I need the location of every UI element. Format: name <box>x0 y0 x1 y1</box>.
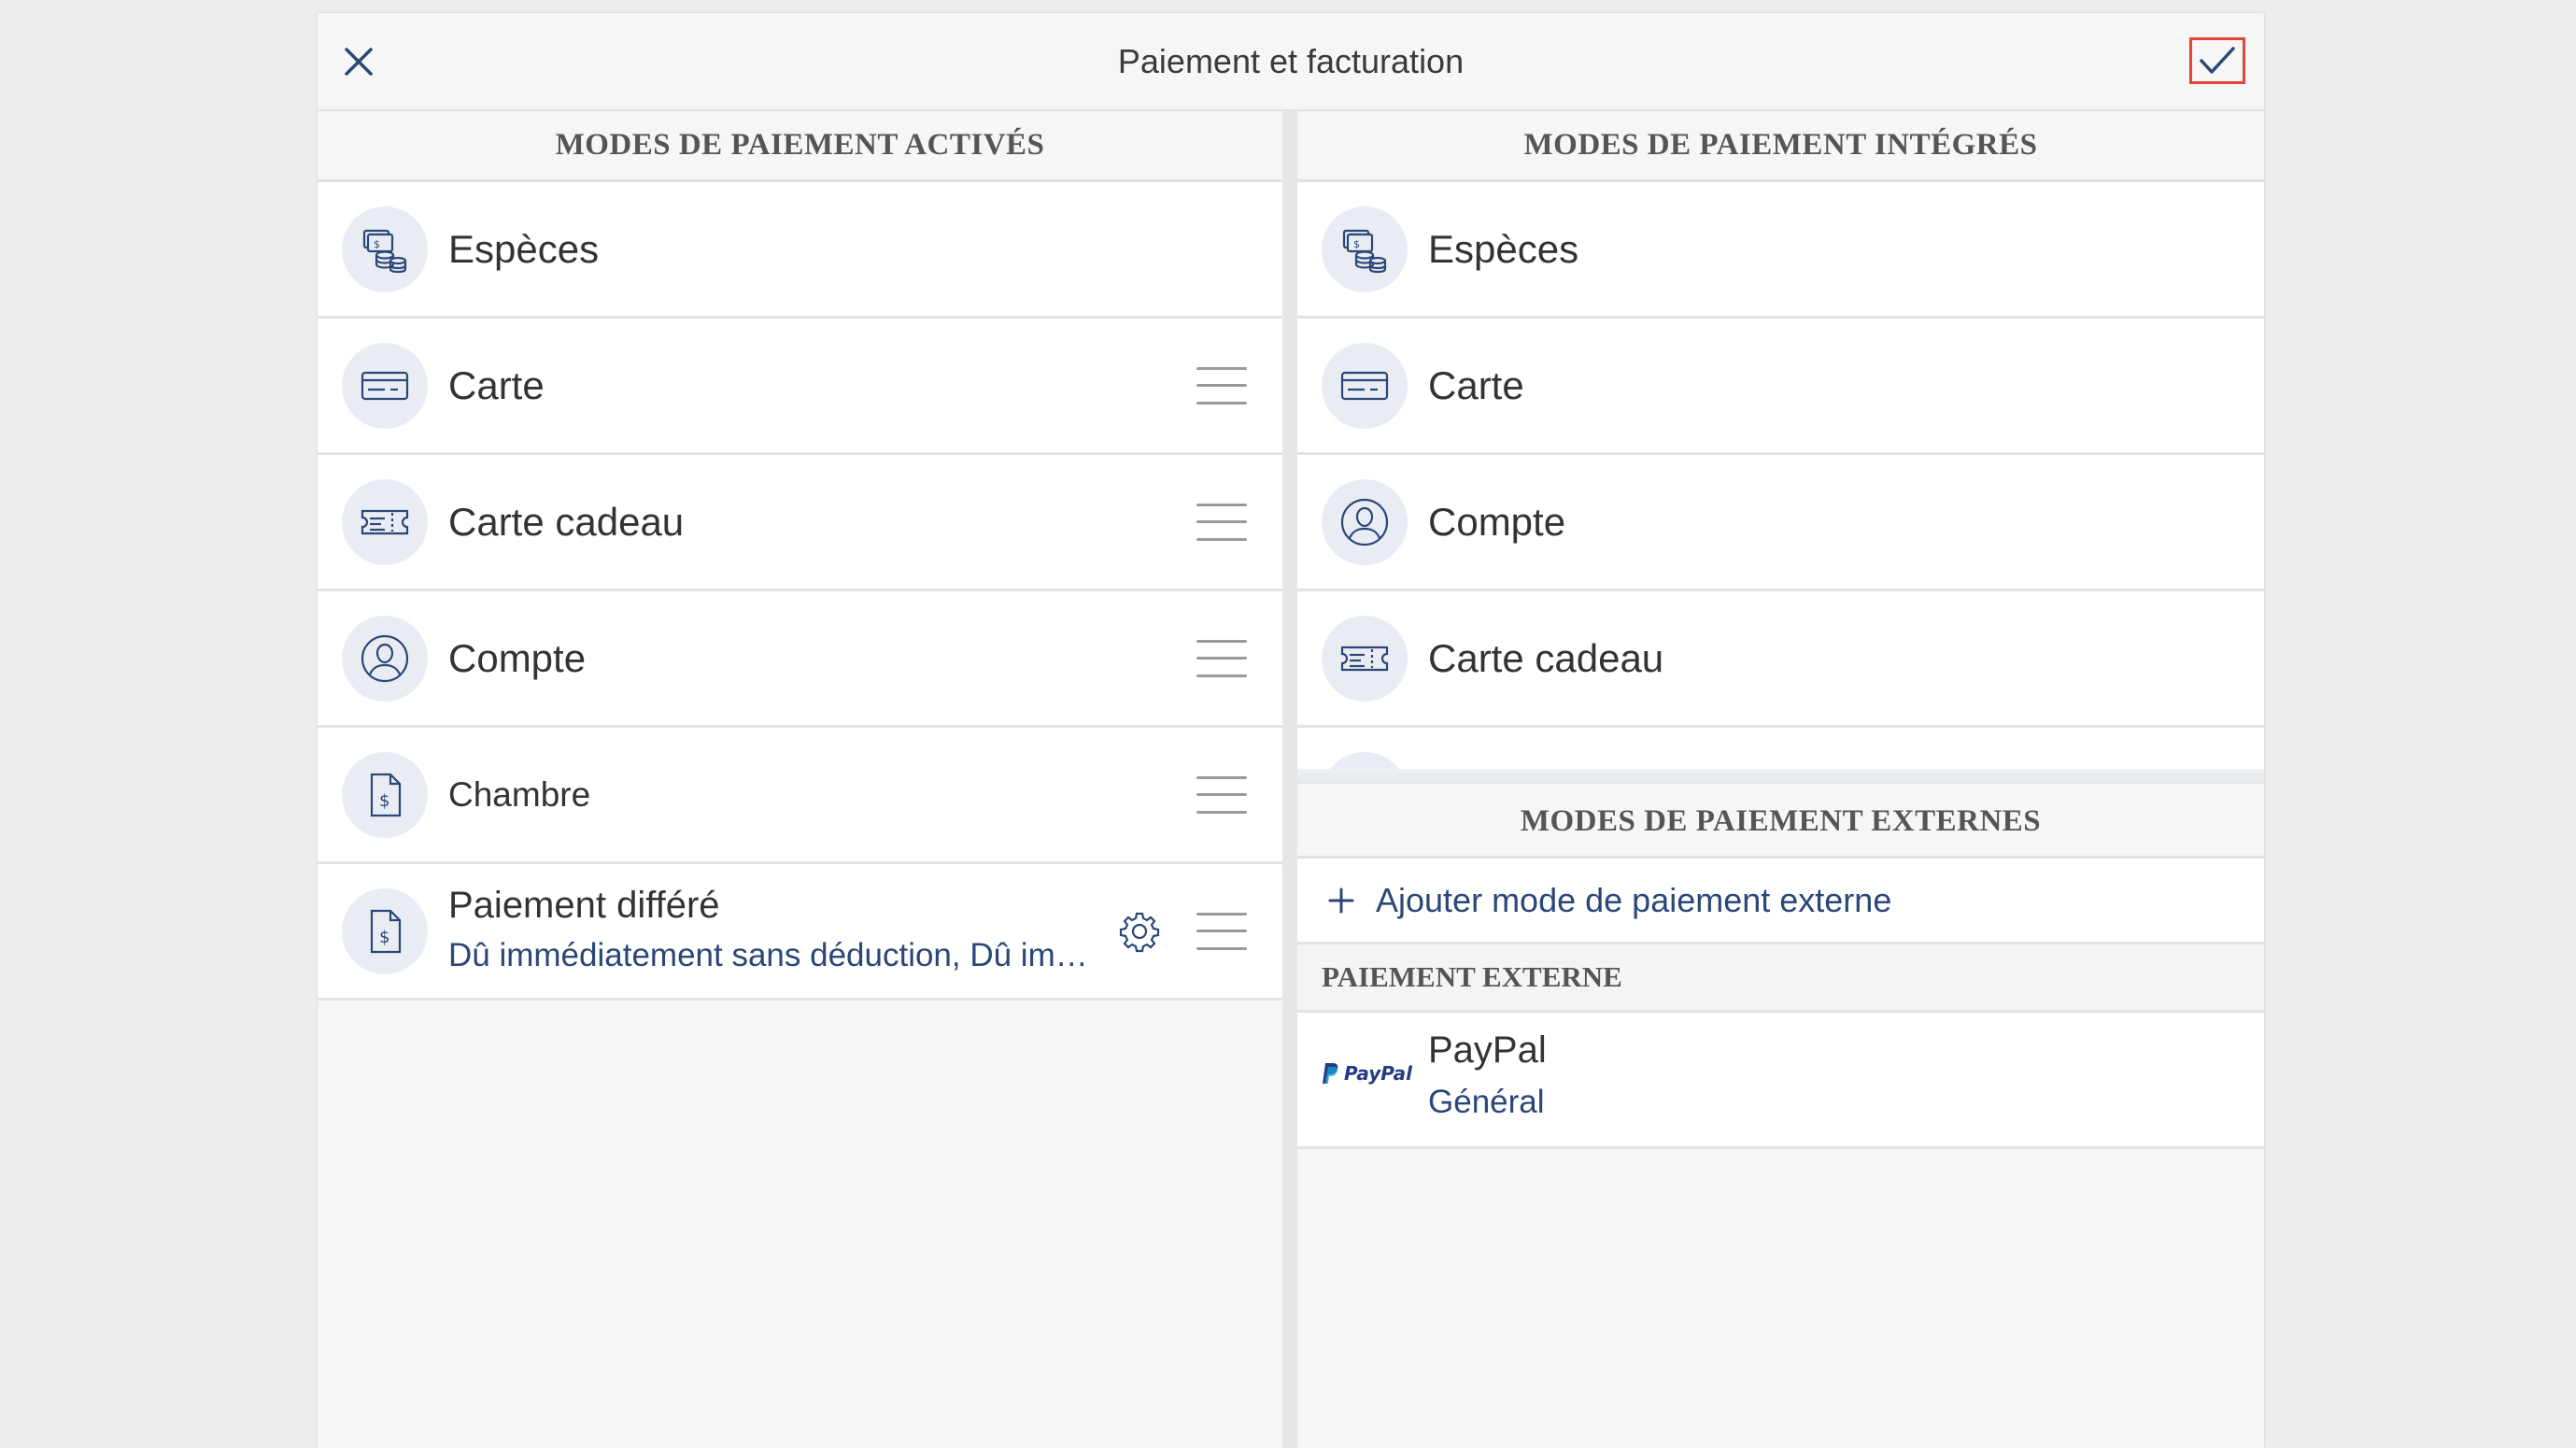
paypal-icon <box>1323 1063 1338 1084</box>
plus-icon <box>1328 887 1354 913</box>
gear-icon[interactable] <box>1118 910 1161 953</box>
item-label: Carte <box>1428 362 1524 407</box>
drag-handle-icon[interactable] <box>1196 639 1247 677</box>
item-label: Espèces <box>448 226 600 271</box>
integrated-item-partial[interactable] <box>1297 728 2264 773</box>
item-label: Carte cadeau <box>1428 635 1664 680</box>
activated-item-carte-cadeau[interactable]: Carte cadeau <box>318 455 1282 591</box>
close-button[interactable] <box>329 32 389 92</box>
activated-item-carte[interactable]: Carte <box>318 319 1282 455</box>
paypal-logo-text: PayPal <box>1344 1062 1413 1085</box>
gift-card-icon <box>342 478 428 565</box>
activated-methods-panel: MODES DE PAIEMENT ACTIVÉS Espèces Carte … <box>318 111 1282 1448</box>
item-label: Carte cadeau <box>448 499 685 544</box>
item-label: Espèces <box>1428 226 1579 271</box>
gift-card-icon <box>1322 615 1408 702</box>
external-group-title: PAIEMENT EXTERNE <box>1297 944 2264 1013</box>
item-label: Compte <box>448 635 587 680</box>
account-icon <box>1322 478 1408 565</box>
drag-handle-icon[interactable] <box>1196 912 1247 950</box>
card-icon <box>342 342 428 429</box>
right-panel: MODES DE PAIEMENT INTÉGRÉS Espèces Carte… <box>1297 111 2264 1448</box>
integrated-item-especes[interactable]: Espèces <box>1297 182 2264 319</box>
checkmark-icon <box>2200 47 2235 74</box>
integrated-methods-list[interactable]: Espèces Carte Compte Carte cadeau <box>1297 182 2264 773</box>
integrated-item-carte[interactable]: Carte <box>1297 319 2264 455</box>
card-icon <box>1322 342 1408 429</box>
integrated-item-carte-cadeau[interactable]: Carte cadeau <box>1297 591 2264 728</box>
page-title: Paiement et facturation <box>1117 41 1465 80</box>
scroll-shadow <box>1297 769 2264 784</box>
activated-item-paiement-differe[interactable]: Paiement différé Dû immédiatement sans d… <box>318 864 1282 1001</box>
item-label: Paiement différé <box>448 885 720 926</box>
item-sublabel: Général <box>1428 1084 1545 1120</box>
dialog-header: Paiement et facturation <box>318 13 2264 111</box>
payment-dialog: Paiement et facturation MODES DE PAIEMEN… <box>318 13 2264 1448</box>
drag-handle-icon[interactable] <box>1196 775 1247 814</box>
drag-handle-icon[interactable] <box>1196 503 1247 541</box>
item-label: Carte <box>448 362 545 407</box>
item-label: Compte <box>1428 499 1566 544</box>
activated-item-especes[interactable]: Espèces <box>318 182 1282 319</box>
integrated-item-compte[interactable]: Compte <box>1297 455 2264 591</box>
activated-item-compte[interactable]: Compte <box>318 591 1282 728</box>
item-label: Chambre <box>448 774 591 814</box>
room-invoice-icon <box>342 751 428 838</box>
confirm-button[interactable] <box>2189 37 2245 84</box>
integrated-section-title: MODES DE PAIEMENT INTÉGRÉS <box>1297 111 2264 182</box>
account-icon <box>342 615 428 702</box>
external-section-title: MODES DE PAIEMENT EXTERNES <box>1297 788 2264 859</box>
drag-handle-icon[interactable] <box>1196 366 1247 405</box>
cash-icon <box>342 206 428 292</box>
add-external-method-button[interactable]: Ajouter mode de paiement externe <box>1297 859 2264 944</box>
column-divider <box>1282 111 1297 1448</box>
item-sublabel: Dû immédiatement sans déduction, Dû immé… <box>448 937 1093 973</box>
add-external-label: Ajouter mode de paiement externe <box>1376 880 1892 919</box>
activated-item-chambre[interactable]: Chambre <box>318 728 1282 864</box>
paypal-logo: PayPal <box>1322 1061 1412 1086</box>
cash-icon <box>1322 206 1408 292</box>
deferred-invoice-icon <box>342 887 428 974</box>
close-icon <box>345 48 373 76</box>
external-item-paypal[interactable]: PayPal PayPal Général <box>1297 1013 2264 1149</box>
item-label: PayPal <box>1428 1029 1547 1071</box>
activated-section-title: MODES DE PAIEMENT ACTIVÉS <box>318 111 1282 182</box>
